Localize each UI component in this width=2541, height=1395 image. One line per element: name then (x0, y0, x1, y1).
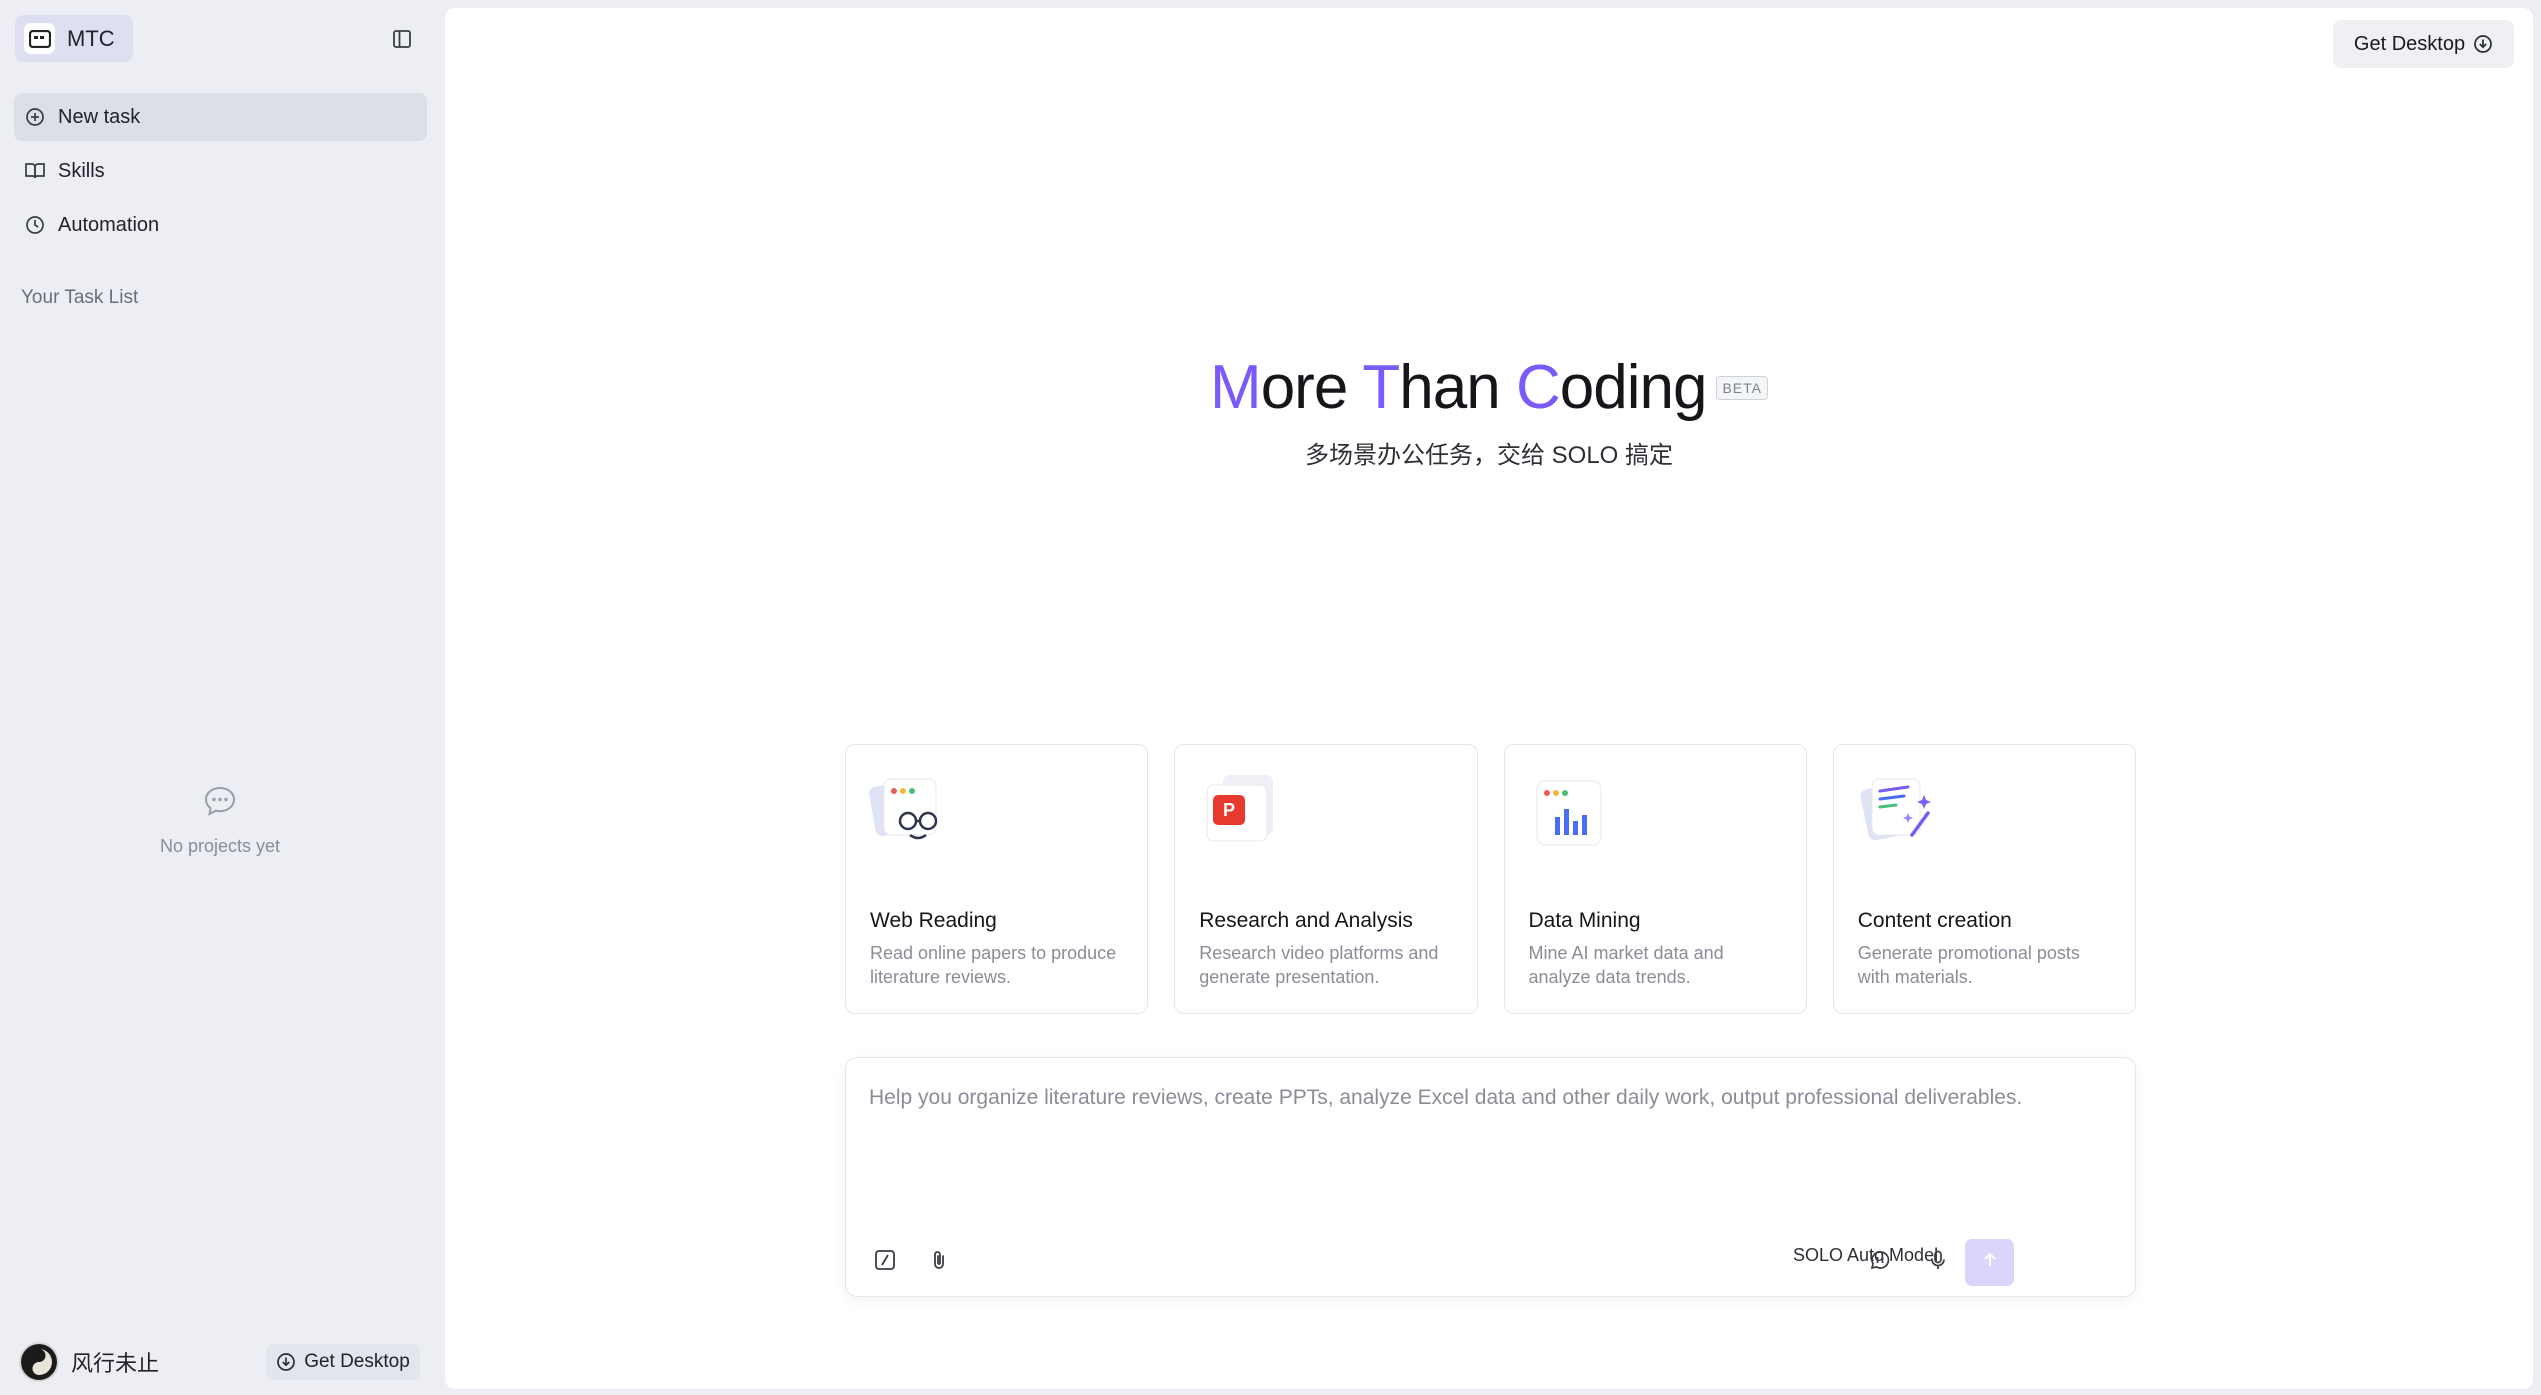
card-title: Web Reading (870, 909, 997, 932)
plus-circle-icon (24, 106, 46, 128)
app-window: MTC New task Skills Automation Your Task… (0, 0, 2541, 1395)
scenario-cards: Web Reading Read online papers to produc… (845, 744, 2136, 1014)
empty-projects-text: No projects yet (159, 836, 281, 856)
chat-bubble-icon (203, 785, 237, 822)
sidebar-nav: New task Skills Automation (14, 93, 427, 255)
sidebar-item-automation[interactable]: Automation (14, 201, 427, 249)
sidebar-get-desktop-button[interactable]: Get Desktop (266, 1344, 420, 1380)
book-icon (24, 160, 46, 182)
download-circle-icon (276, 1352, 296, 1372)
hero-subtitle: 多场景办公任务，交给 SOLO 搞定 (1304, 442, 1674, 470)
card-web-reading[interactable]: Web Reading Read online papers to produc… (845, 744, 1149, 1014)
bar-chart-icon (1527, 773, 1611, 849)
main-panel: Get Desktop More Than Coding BETA 多场景办公任… (445, 8, 2533, 1389)
sidebar-item-label: New task (58, 105, 141, 128)
card-content-creation[interactable]: Content creation Generate promotional po… (1832, 744, 2136, 1014)
sidebar-item-new-task[interactable]: New task (14, 93, 427, 141)
task-input[interactable] (869, 1086, 2109, 1110)
send-button[interactable] (1965, 1239, 2014, 1286)
header-get-desktop-button[interactable]: Get Desktop (2333, 20, 2514, 68)
card-title: Data Mining (1528, 909, 1641, 932)
card-data-mining[interactable]: Data Mining Mine AI market data and anal… (1503, 744, 1807, 1014)
card-research-analysis[interactable]: P Research and Analysis Research video p… (1174, 744, 1478, 1014)
task-composer: SOLO Auto Model (845, 1057, 2136, 1297)
card-description: Read online papers to produce literature… (870, 943, 1117, 987)
get-desktop-label: Get Desktop (304, 1351, 410, 1372)
svg-text:P: P (1223, 800, 1235, 820)
hero-title-wrap: More Than Coding BETA (1210, 351, 1768, 425)
user-profile[interactable]: 风行未止 (19, 1342, 159, 1382)
task-list-title: Your Task List (21, 287, 139, 308)
page-title: More Than Coding (1210, 353, 1707, 422)
attachment-icon[interactable] (922, 1243, 956, 1277)
mtc-logo-icon (24, 23, 55, 54)
sidebar-item-skills[interactable]: Skills (14, 147, 427, 195)
card-description: Generate promotional posts with material… (1857, 943, 2080, 987)
download-circle-icon (2473, 34, 2493, 54)
sidebar-toggle-icon[interactable] (387, 24, 417, 54)
sidebar-item-label: Automation (58, 213, 160, 236)
empty-projects: No projects yet (0, 785, 440, 857)
web-reading-icon (868, 773, 952, 849)
card-title: Research and Analysis (1199, 909, 1413, 932)
user-name: 风行未止 (71, 1351, 160, 1376)
microphone-icon[interactable] (1921, 1243, 1955, 1277)
arrow-up-icon (1980, 1250, 2000, 1275)
chat-mode-icon[interactable] (1863, 1243, 1897, 1277)
clock-icon (24, 214, 46, 236)
slash-command-icon[interactable] (868, 1243, 902, 1277)
brand-switcher[interactable]: MTC (15, 15, 133, 62)
sidebar: MTC New task Skills Automation Your Task… (0, 0, 445, 1395)
sidebar-item-label: Skills (58, 159, 105, 182)
presentation-icon: P (1197, 773, 1281, 849)
avatar (19, 1342, 59, 1382)
card-title: Content creation (1857, 909, 2012, 932)
card-description: Research video platforms and generate pr… (1199, 943, 1439, 987)
hero: More Than Coding BETA 多场景办公任务，交给 SOLO 搞定 (445, 351, 2533, 470)
beta-badge: BETA (1716, 376, 1768, 400)
card-description: Mine AI market data and analyze data tre… (1528, 943, 1724, 987)
brand-name: MTC (67, 25, 115, 51)
content-creation-icon (1856, 773, 1940, 849)
get-desktop-label: Get Desktop (2353, 32, 2466, 55)
